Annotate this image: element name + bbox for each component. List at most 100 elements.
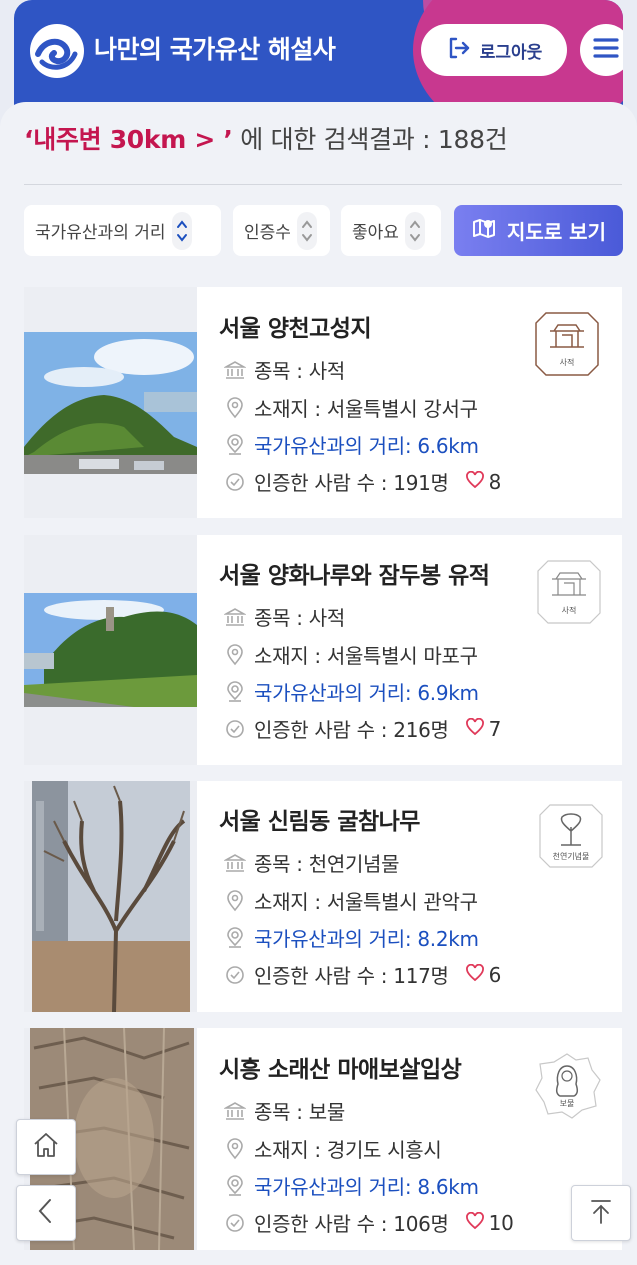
result-card[interactable]: 시흥 소래산 마애보살입상 종목 : 보물 소재지 : 경기도 시흥시 국가유산…	[24, 1027, 622, 1251]
sort-likes-button[interactable]: 좋아요	[341, 205, 441, 256]
card-title[interactable]: 서울 양천고성지	[219, 309, 372, 343]
badge-label: 사적	[561, 606, 577, 615]
distance-pin-icon	[224, 680, 246, 703]
heritage-photo[interactable]	[24, 781, 197, 1013]
distance-text: 국가유산과의 거리: 6.9km	[254, 681, 479, 705]
location-text: 소재지 : 서울특별시 관악구	[254, 890, 478, 914]
card-title[interactable]: 시흥 소래산 마애보살입상	[219, 1050, 462, 1084]
like-count: 8	[488, 469, 502, 494]
category-text: 종목 : 천연기념물	[254, 852, 400, 876]
card-distance: 국가유산과의 거리: 8.6km	[224, 1171, 479, 1200]
like-count: 7	[488, 716, 502, 741]
certified-text: 인증한 사람 수 : 106명	[254, 1212, 449, 1236]
card-certified: 인증한 사람 수 : 117명 6	[224, 960, 501, 989]
logout-label: 로그아웃	[479, 42, 543, 63]
sort-arrows-icon	[171, 211, 192, 250]
like-button[interactable]: 8	[465, 470, 501, 494]
chevron-left-icon	[34, 1196, 58, 1230]
certified-text: 인증한 사람 수 : 216명	[254, 718, 449, 742]
category-text: 종목 : 사적	[254, 359, 345, 383]
sort-arrows-icon	[296, 211, 317, 250]
menu-button[interactable]	[580, 24, 623, 76]
card-location: 소재지 : 서울특별시 마포구	[224, 640, 478, 669]
card-certified: 인증한 사람 수 : 216명 7	[224, 714, 501, 743]
like-count: 6	[488, 962, 502, 987]
category-text: 종목 : 사적	[254, 606, 345, 630]
museum-icon	[224, 359, 246, 381]
check-circle-icon	[224, 718, 246, 740]
like-count: 10	[488, 1210, 514, 1235]
museum-icon	[224, 852, 246, 874]
like-button[interactable]: 7	[465, 717, 501, 741]
map-view-button[interactable]: 지도로 보기	[454, 205, 623, 256]
map-icon	[471, 215, 497, 246]
check-circle-icon	[224, 471, 246, 493]
result-card[interactable]: 서울 신림동 굴참나무 종목 : 천연기념물 소재지 : 서울특별시 관악구 국…	[24, 781, 622, 1013]
map-view-label: 지도로 보기	[507, 220, 606, 244]
location-pin-icon	[224, 643, 246, 666]
card-category: 종목 : 사적	[224, 602, 345, 631]
card-title[interactable]: 서울 양화나루와 잠두봉 유적	[219, 556, 490, 590]
check-circle-icon	[224, 964, 246, 986]
badge-label: 보물	[559, 1099, 575, 1108]
card-location: 소재지 : 서울특별시 관악구	[224, 886, 478, 915]
distance-text: 국가유산과의 거리: 8.2km	[254, 927, 479, 951]
back-button[interactable]	[16, 1185, 76, 1241]
card-distance: 국가유산과의 거리: 6.9km	[224, 677, 479, 706]
certified-text: 인증한 사람 수 : 191명	[254, 471, 449, 495]
location-pin-icon	[224, 396, 246, 419]
distance-pin-icon	[224, 926, 246, 949]
heart-icon	[465, 717, 485, 741]
logo-icon[interactable]	[30, 24, 84, 78]
location-text: 소재지 : 서울특별시 마포구	[254, 644, 478, 668]
app-title: 나만의 국가유산 해설사	[94, 35, 336, 64]
hamburger-icon	[592, 36, 620, 64]
sort-distance-button[interactable]: 국가유산과의 거리	[24, 205, 221, 256]
card-location: 소재지 : 서울특별시 강서구	[224, 393, 478, 422]
heritage-photo[interactable]	[24, 535, 197, 765]
home-button[interactable]	[16, 1119, 76, 1175]
logout-button[interactable]: 로그아웃	[421, 24, 567, 76]
location-text: 소재지 : 서울특별시 강서구	[254, 397, 478, 421]
like-button[interactable]: 10	[465, 1211, 514, 1235]
card-distance: 국가유산과의 거리: 8.2km	[224, 923, 479, 952]
result-card[interactable]: 서울 양천고성지 종목 : 사적 소재지 : 서울특별시 강서구 국가유산과의 …	[24, 287, 622, 518]
card-category: 종목 : 보물	[224, 1096, 345, 1125]
card-distance: 국가유산과의 거리: 6.6km	[224, 430, 479, 459]
home-icon	[31, 1130, 61, 1164]
sort-likes-label: 좋아요	[352, 223, 399, 243]
card-certified: 인증한 사람 수 : 191명 8	[224, 467, 501, 496]
badge-label: 천연기념물	[552, 852, 590, 861]
check-circle-icon	[224, 1212, 246, 1234]
location-pin-icon	[224, 889, 246, 912]
museum-icon	[224, 606, 246, 628]
card-category: 종목 : 천연기념물	[224, 848, 400, 877]
logout-icon	[446, 35, 472, 66]
sort-certified-label: 인증수	[244, 223, 291, 243]
sort-certified-button[interactable]: 인증수	[233, 205, 330, 256]
card-title[interactable]: 서울 신림동 굴참나무	[219, 802, 420, 836]
distance-text: 국가유산과의 거리: 8.6km	[254, 1175, 479, 1199]
like-button[interactable]: 6	[465, 963, 501, 987]
badge-label: 사적	[559, 358, 575, 367]
search-keyword[interactable]: ‘내주변 30km > ’	[24, 125, 233, 154]
result-card[interactable]: 서울 양화나루와 잠두봉 유적 종목 : 사적 소재지 : 서울특별시 마포구 …	[24, 535, 622, 765]
heart-icon	[465, 470, 485, 494]
sort-arrows-icon	[404, 211, 425, 250]
card-certified: 인증한 사람 수 : 106명 10	[224, 1208, 514, 1237]
arrow-up-icon	[588, 1196, 614, 1230]
tree-icon: 천연기념물	[536, 801, 606, 871]
heritage-photo[interactable]	[24, 287, 197, 518]
location-text: 소재지 : 경기도 시흥시	[254, 1138, 442, 1162]
card-category: 종목 : 사적	[224, 355, 345, 384]
search-result-count: 에 대한 검색결과 : 188건	[232, 125, 508, 154]
heart-icon	[465, 963, 485, 987]
scroll-top-button[interactable]	[571, 1185, 631, 1241]
buddha-icon: 보물	[532, 1050, 602, 1120]
location-pin-icon	[224, 1137, 246, 1160]
distance-pin-icon	[224, 433, 246, 456]
gate-icon: 사적	[532, 309, 602, 379]
museum-icon	[224, 1100, 246, 1122]
gate-icon: 사적	[534, 557, 604, 627]
search-result-summary: ‘내주변 30km > ’ 에 대한 검색결과 : 188건	[24, 120, 508, 156]
